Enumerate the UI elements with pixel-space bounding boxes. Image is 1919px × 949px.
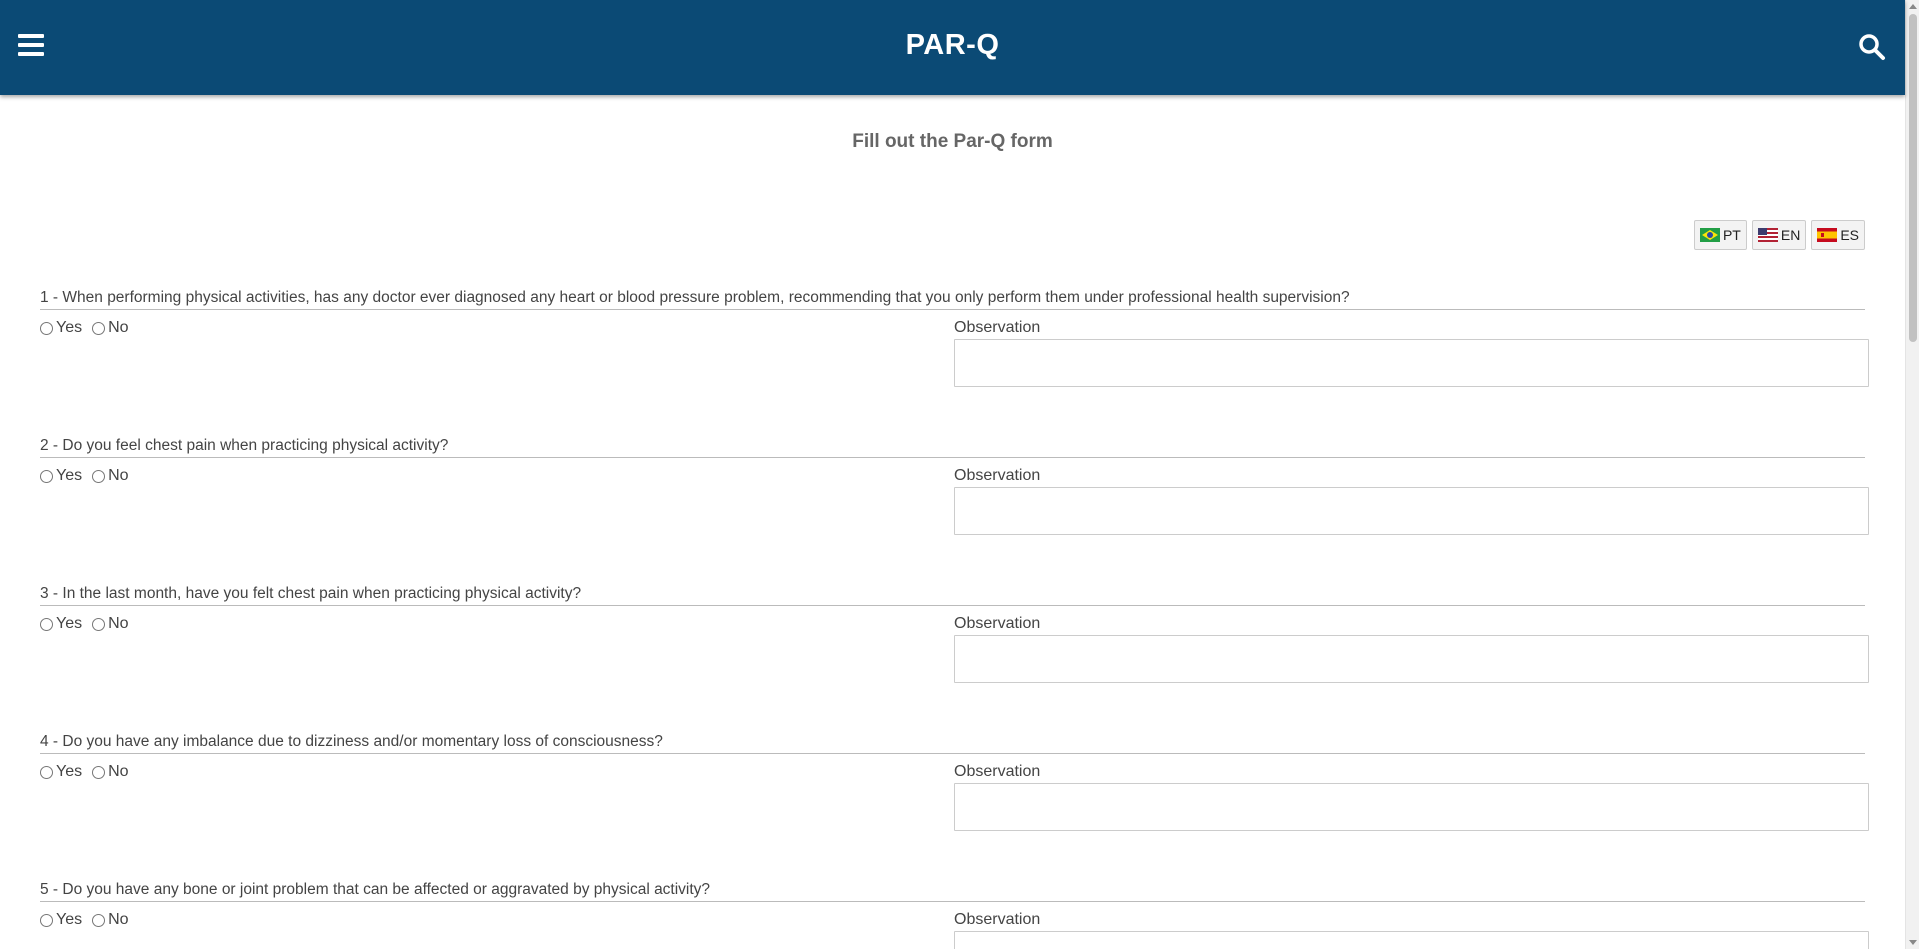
answer-options: Yes No <box>40 911 139 929</box>
no-radio[interactable] <box>92 321 106 335</box>
yes-label: Yes <box>56 467 83 484</box>
yes-label: Yes <box>56 615 83 632</box>
scroll-up-arrow-icon[interactable] <box>1909 4 1917 9</box>
no-label: No <box>108 467 129 484</box>
language-code: ES <box>1840 227 1859 243</box>
yes-radio[interactable] <box>40 617 53 631</box>
language-code: PT <box>1722 227 1741 243</box>
no-label: No <box>108 615 129 632</box>
yes-option[interactable]: Yes <box>40 763 82 781</box>
app-title: PAR-Q <box>905 29 1000 61</box>
no-option[interactable]: No <box>92 763 129 781</box>
yes-radio[interactable] <box>40 321 53 335</box>
scroll-down-arrow-icon[interactable] <box>1909 940 1917 945</box>
question-3: 3 - In the last month, have you felt che… <box>40 585 1869 683</box>
no-radio[interactable] <box>92 617 106 631</box>
no-label: No <box>108 319 129 336</box>
question-2: 2 - Do you feel chest pain when practici… <box>40 437 1869 535</box>
observation-label: Observation <box>954 911 1041 928</box>
no-option[interactable]: No <box>92 615 129 633</box>
yes-label: Yes <box>56 763 83 780</box>
question-text: 4 - Do you have any imbalance due to diz… <box>40 733 1865 754</box>
no-option[interactable]: No <box>92 319 129 337</box>
yes-option[interactable]: Yes <box>40 911 82 929</box>
no-radio[interactable] <box>92 765 106 779</box>
search-icon[interactable] <box>1858 33 1886 61</box>
language-button-pt[interactable]: PT <box>1693 220 1747 250</box>
observation-input[interactable] <box>954 487 1869 535</box>
page-content: Fill out the Par-Q form PT EN ES 1 - Whe… <box>0 95 1905 949</box>
answer-options: Yes No <box>40 319 139 337</box>
usa-flag-icon <box>1757 228 1778 242</box>
yes-option[interactable]: Yes <box>40 467 82 485</box>
question-1: 1 - When performing physical activities,… <box>40 289 1869 387</box>
yes-option[interactable]: Yes <box>40 615 82 633</box>
scrollbar-thumb[interactable] <box>1909 14 1917 342</box>
language-button-es[interactable]: ES <box>1811 220 1865 250</box>
yes-radio[interactable] <box>40 913 53 927</box>
question-text: 3 - In the last month, have you felt che… <box>40 585 1865 606</box>
yes-radio[interactable] <box>40 765 53 779</box>
language-selector: PT EN ES <box>1693 220 1865 250</box>
yes-label: Yes <box>56 319 83 336</box>
yes-radio[interactable] <box>40 469 53 483</box>
observation-input[interactable] <box>954 783 1869 831</box>
no-radio[interactable] <box>92 913 106 927</box>
yes-option[interactable]: Yes <box>40 319 82 337</box>
observation-label: Observation <box>954 763 1041 780</box>
observation-label: Observation <box>954 467 1041 484</box>
question-text: 5 - Do you have any bone or joint proble… <box>40 881 1865 902</box>
question-text: 2 - Do you feel chest pain when practici… <box>40 437 1865 458</box>
question-5: 5 - Do you have any bone or joint proble… <box>40 881 1869 949</box>
no-option[interactable]: No <box>92 911 129 929</box>
language-code: EN <box>1780 227 1801 243</box>
observation-input[interactable] <box>954 339 1869 387</box>
question-4: 4 - Do you have any imbalance due to diz… <box>40 733 1869 831</box>
no-option[interactable]: No <box>92 467 129 485</box>
language-button-en[interactable]: EN <box>1751 220 1807 250</box>
observation-label: Observation <box>954 319 1041 336</box>
no-label: No <box>108 911 129 928</box>
observation-input[interactable] <box>954 635 1869 683</box>
answer-options: Yes No <box>40 763 139 781</box>
answer-options: Yes No <box>40 615 139 633</box>
answer-options: Yes No <box>40 467 139 485</box>
no-radio[interactable] <box>92 469 106 483</box>
vertical-scrollbar[interactable] <box>1905 0 1919 949</box>
question-text: 1 - When performing physical activities,… <box>40 289 1865 310</box>
brazil-flag-icon <box>1699 228 1720 242</box>
app-header: PAR-Q <box>0 0 1905 95</box>
no-label: No <box>108 763 129 780</box>
observation-label: Observation <box>954 615 1041 632</box>
page-subtitle: Fill out the Par-Q form <box>852 131 1053 152</box>
yes-label: Yes <box>56 911 83 928</box>
spain-flag-icon <box>1817 228 1838 242</box>
observation-input[interactable] <box>954 931 1869 949</box>
